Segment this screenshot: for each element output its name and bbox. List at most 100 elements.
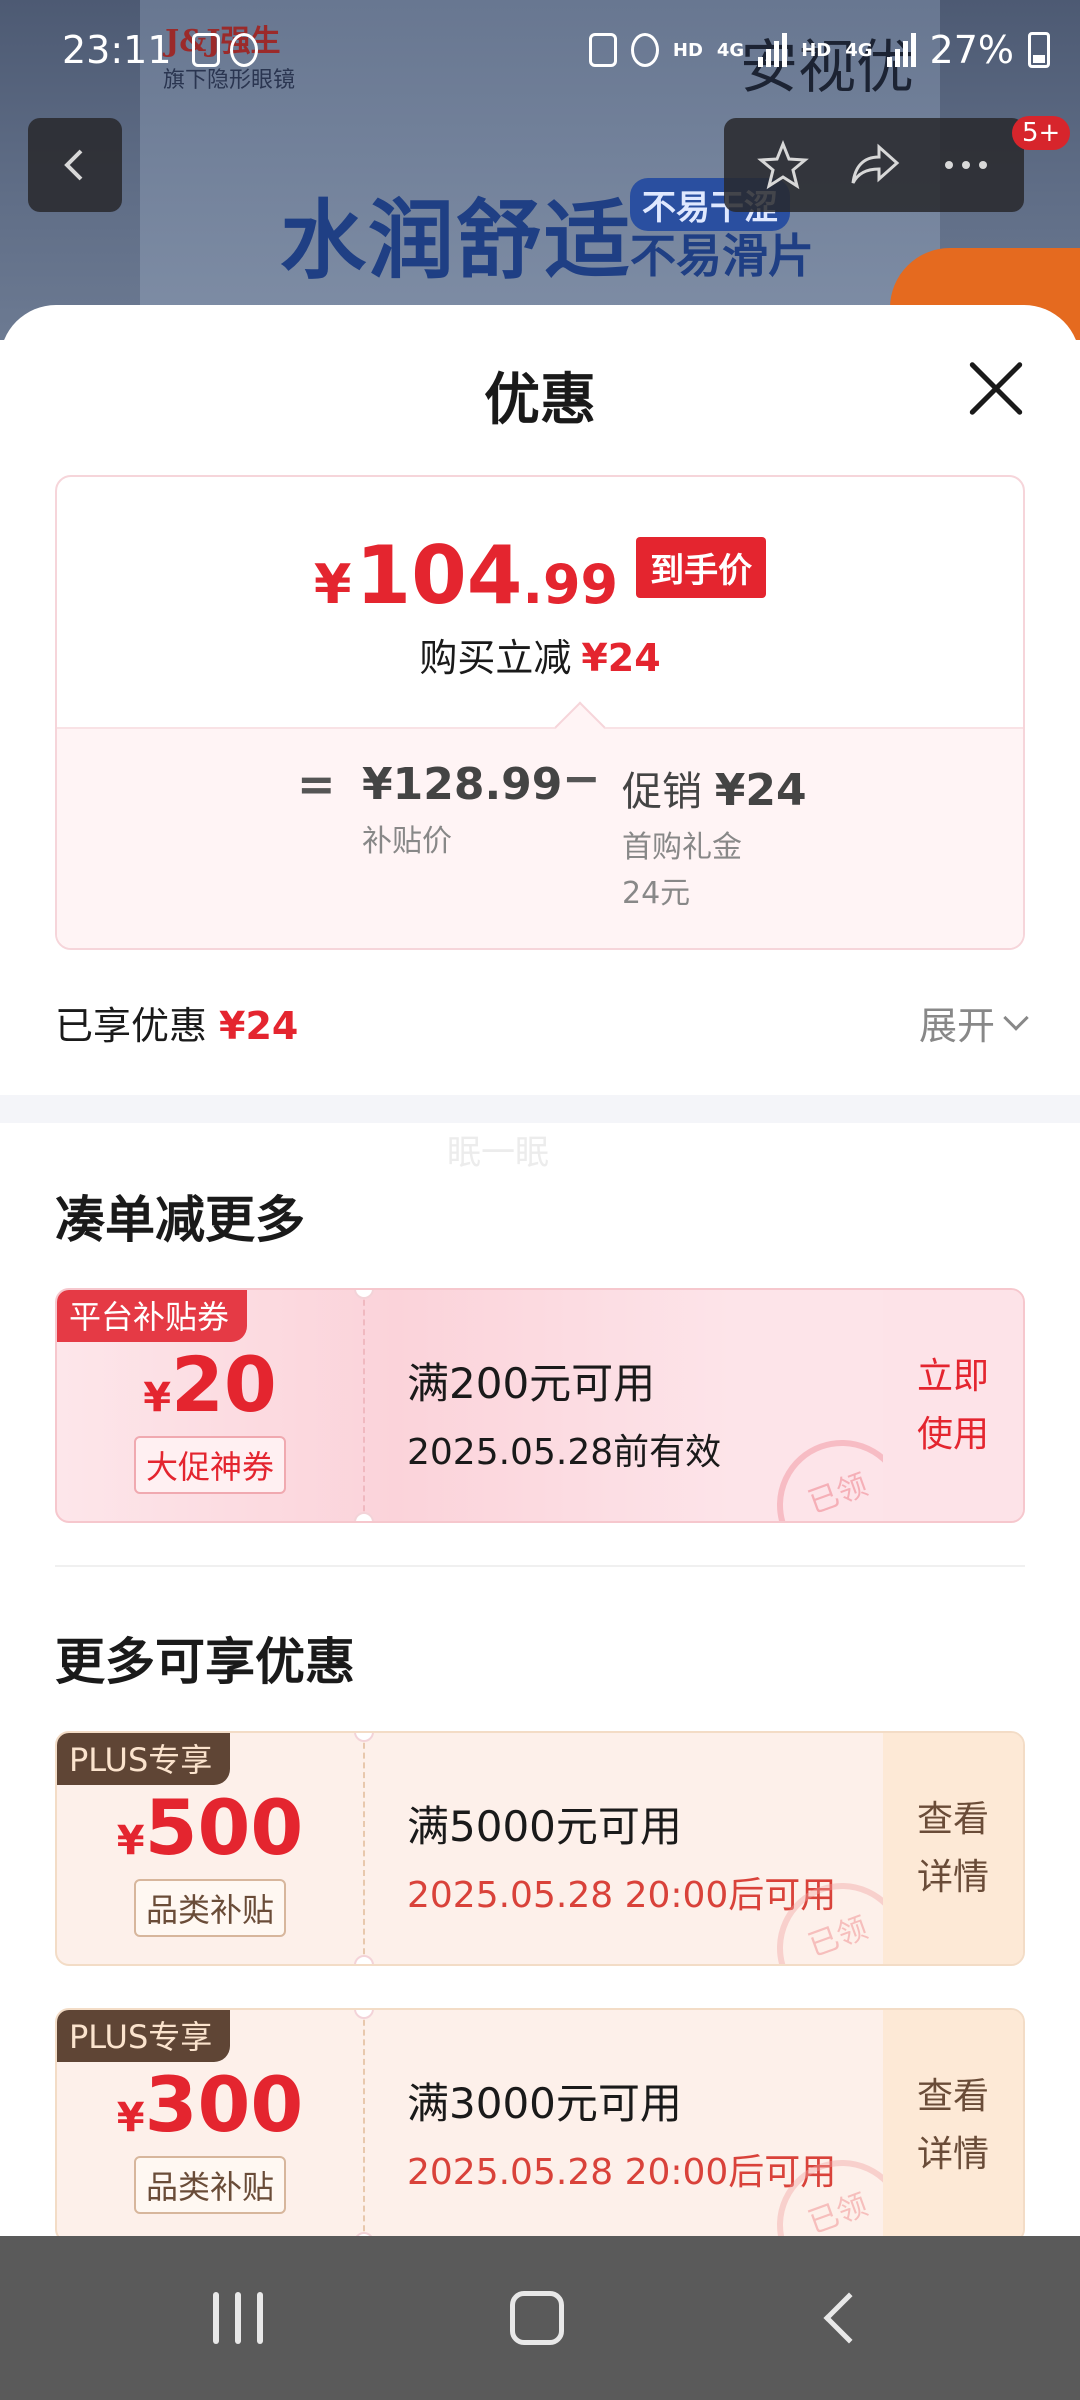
view-details-line1: 查看 (916, 2075, 989, 2117)
status-right: HD 4G HD 4G 27% (588, 28, 1050, 72)
price-summary-top: ¥ 104 .99 到手价 购买立减 ¥24 (57, 477, 1023, 727)
battery-percent: 27% (929, 28, 1014, 72)
back-arrow-icon (64, 149, 83, 181)
network-type-2: 4G (845, 39, 873, 61)
back-icon[interactable] (823, 2292, 875, 2344)
view-details-button[interactable]: 查看 详情 (883, 1733, 1023, 1964)
coupon-validity: 2025.05.28 20:00后可用 (407, 1875, 837, 1916)
alarm-icon (630, 33, 659, 67)
notification-icon (191, 33, 220, 67)
coupon-amount: ¥20 (57, 1340, 363, 1429)
promo-amount: ¥24 (714, 765, 807, 816)
view-details-button[interactable]: 查看 详情 (883, 2010, 1023, 2236)
plus-tag: PLUS专享 (57, 1733, 231, 1785)
plus-coupon-card[interactable]: PLUS专享 ¥300 品类补贴 满3000元可用 2025.05.28 20:… (55, 2008, 1025, 2236)
recent-apps-icon[interactable] (213, 2292, 264, 2344)
promo-line: 促销 ¥24 (622, 759, 807, 817)
reduction-label: 购买立减 (419, 636, 572, 680)
subsidy-price-column: ¥128.99 补贴价 (362, 759, 562, 860)
coupon-amount-value: 20 (171, 1340, 277, 1429)
coupon-amount: ¥500 (57, 1783, 363, 1872)
section-separator (0, 1095, 1080, 1123)
final-price-tag: 到手价 (636, 537, 767, 598)
plus-coupon-card[interactable]: PLUS专享 ¥500 品类补贴 满5000元可用 2025.05.28 20:… (55, 1731, 1025, 1966)
promo-column: 促销 ¥24 首购礼金 24元 (622, 759, 807, 917)
purchase-reduction: 购买立减 ¥24 (57, 627, 1023, 682)
section-title-more-offers: 更多可享优惠 (55, 1633, 355, 1691)
notification-badge: 5+ (1012, 116, 1071, 150)
coupon-condition: 满200元可用 (407, 1359, 656, 1408)
subsidy-price: ¥128.99 (362, 759, 563, 810)
coupon-condition: 满5000元可用 (407, 1802, 682, 1851)
coupon-divider (363, 2010, 365, 2236)
hd-indicator-1: HD (672, 39, 703, 61)
use-now-button[interactable]: 立即 使用 (883, 1290, 1023, 1521)
promo-detail-2: 24元 (622, 876, 691, 911)
star-icon[interactable] (757, 139, 809, 191)
use-now-line1: 立即 (916, 1355, 989, 1397)
view-details-line2: 详情 (916, 2133, 989, 2175)
coupon-details: 满3000元可用 2025.05.28 20:00后可用 (407, 2070, 836, 2195)
coupon-amount-value: 500 (144, 1783, 304, 1872)
home-icon[interactable] (509, 2291, 564, 2345)
recycle-icon (588, 33, 617, 67)
coupon-subtitle: 品类补贴 (133, 1879, 287, 1937)
coupon-value-area: 平台补贴券 ¥20 大促神券 (57, 1290, 363, 1521)
share-icon[interactable] (847, 139, 903, 191)
price-decimal: .99 (522, 553, 619, 616)
sheet-title: 优惠 (484, 368, 596, 433)
view-details-line2: 详情 (916, 1856, 989, 1898)
top-action-bar (724, 118, 1024, 212)
more-icon[interactable] (941, 155, 991, 175)
final-price: ¥ 104 .99 到手价 (57, 529, 1023, 622)
subsidy-price-label: 补贴价 (362, 824, 452, 859)
coupon-amount-value: 300 (144, 2060, 304, 2149)
back-button[interactable] (28, 118, 122, 212)
price-summary-card: ¥ 104 .99 到手价 购买立减 ¥24 = ¥128.99 补贴价 − 促销… (55, 475, 1025, 950)
banner-tag-2: 不易滑片 (630, 229, 814, 283)
status-bar: 23:11 HD 4G HD 4G 27% (0, 0, 1080, 100)
chevron-down-icon (1003, 1004, 1029, 1031)
coupon-currency: ¥ (116, 2095, 145, 2141)
use-now-line2: 使用 (916, 1413, 989, 1455)
expand-label: 展开 (918, 1004, 995, 1048)
expand-button[interactable]: 展开 (918, 995, 1029, 1050)
section-title-more-savings: 凑单减更多 (55, 1191, 305, 1249)
enjoyed-amount: ¥24 (219, 1004, 299, 1048)
equals-sign: = (297, 757, 336, 811)
network-type-1: 4G (716, 39, 745, 61)
section-divider (55, 1565, 1025, 1567)
coupon-divider (363, 1290, 365, 1521)
plus-tag: PLUS专享 (57, 2010, 231, 2062)
coupon-validity: 2025.05.28前有效 (407, 1432, 722, 1473)
enjoyed-label: 已享优惠 (55, 1004, 208, 1048)
coupon-value-area: PLUS专享 ¥500 品类补贴 (57, 1733, 363, 1964)
minus-sign: − (562, 751, 601, 805)
reduction-amount: ¥24 (581, 636, 661, 680)
coupon-card[interactable]: 平台补贴券 ¥20 大促神券 满200元可用 2025.05.28前有效 已领 … (55, 1288, 1025, 1523)
coupon-details: 满200元可用 2025.05.28前有效 (407, 1350, 721, 1475)
status-notification-icons (191, 33, 258, 67)
view-details-line1: 查看 (916, 1798, 989, 1840)
price-currency: ¥ (313, 553, 352, 616)
signal-icon-2 (886, 33, 916, 67)
signal-icon-1 (758, 33, 788, 67)
close-icon[interactable] (966, 359, 1026, 419)
coupon-subtitle: 品类补贴 (133, 2156, 287, 2214)
coupon-tag: 平台补贴券 (57, 1290, 248, 1342)
banner-slogan: 水润舒适 (280, 191, 632, 291)
coupon-subtitle: 大促神券 (133, 1436, 287, 1494)
price-breakdown: = ¥128.99 补贴价 − 促销 ¥24 首购礼金 24元 (57, 727, 1023, 948)
enjoyed-discount: 已享优惠 ¥24 (55, 995, 298, 1050)
coupon-notch-bottom (354, 1512, 374, 1521)
promo-detail-1: 首购礼金 (622, 830, 742, 865)
coupon-currency: ¥ (116, 1818, 145, 1864)
hd-indicator-2: HD (801, 39, 832, 61)
coupon-amount: ¥300 (57, 2060, 363, 2149)
watermark: 眠一眠 (447, 1133, 549, 1173)
coupon-condition: 满3000元可用 (407, 2079, 682, 2128)
system-navigation-bar (0, 2236, 1080, 2400)
discount-sheet: 优惠 ¥ 104 .99 到手价 购买立减 ¥24 = ¥128.99 补贴价 −… (0, 305, 1080, 2236)
coupon-validity: 2025.05.28 20:00后可用 (407, 2152, 837, 2193)
app-notification-icon (229, 33, 258, 67)
